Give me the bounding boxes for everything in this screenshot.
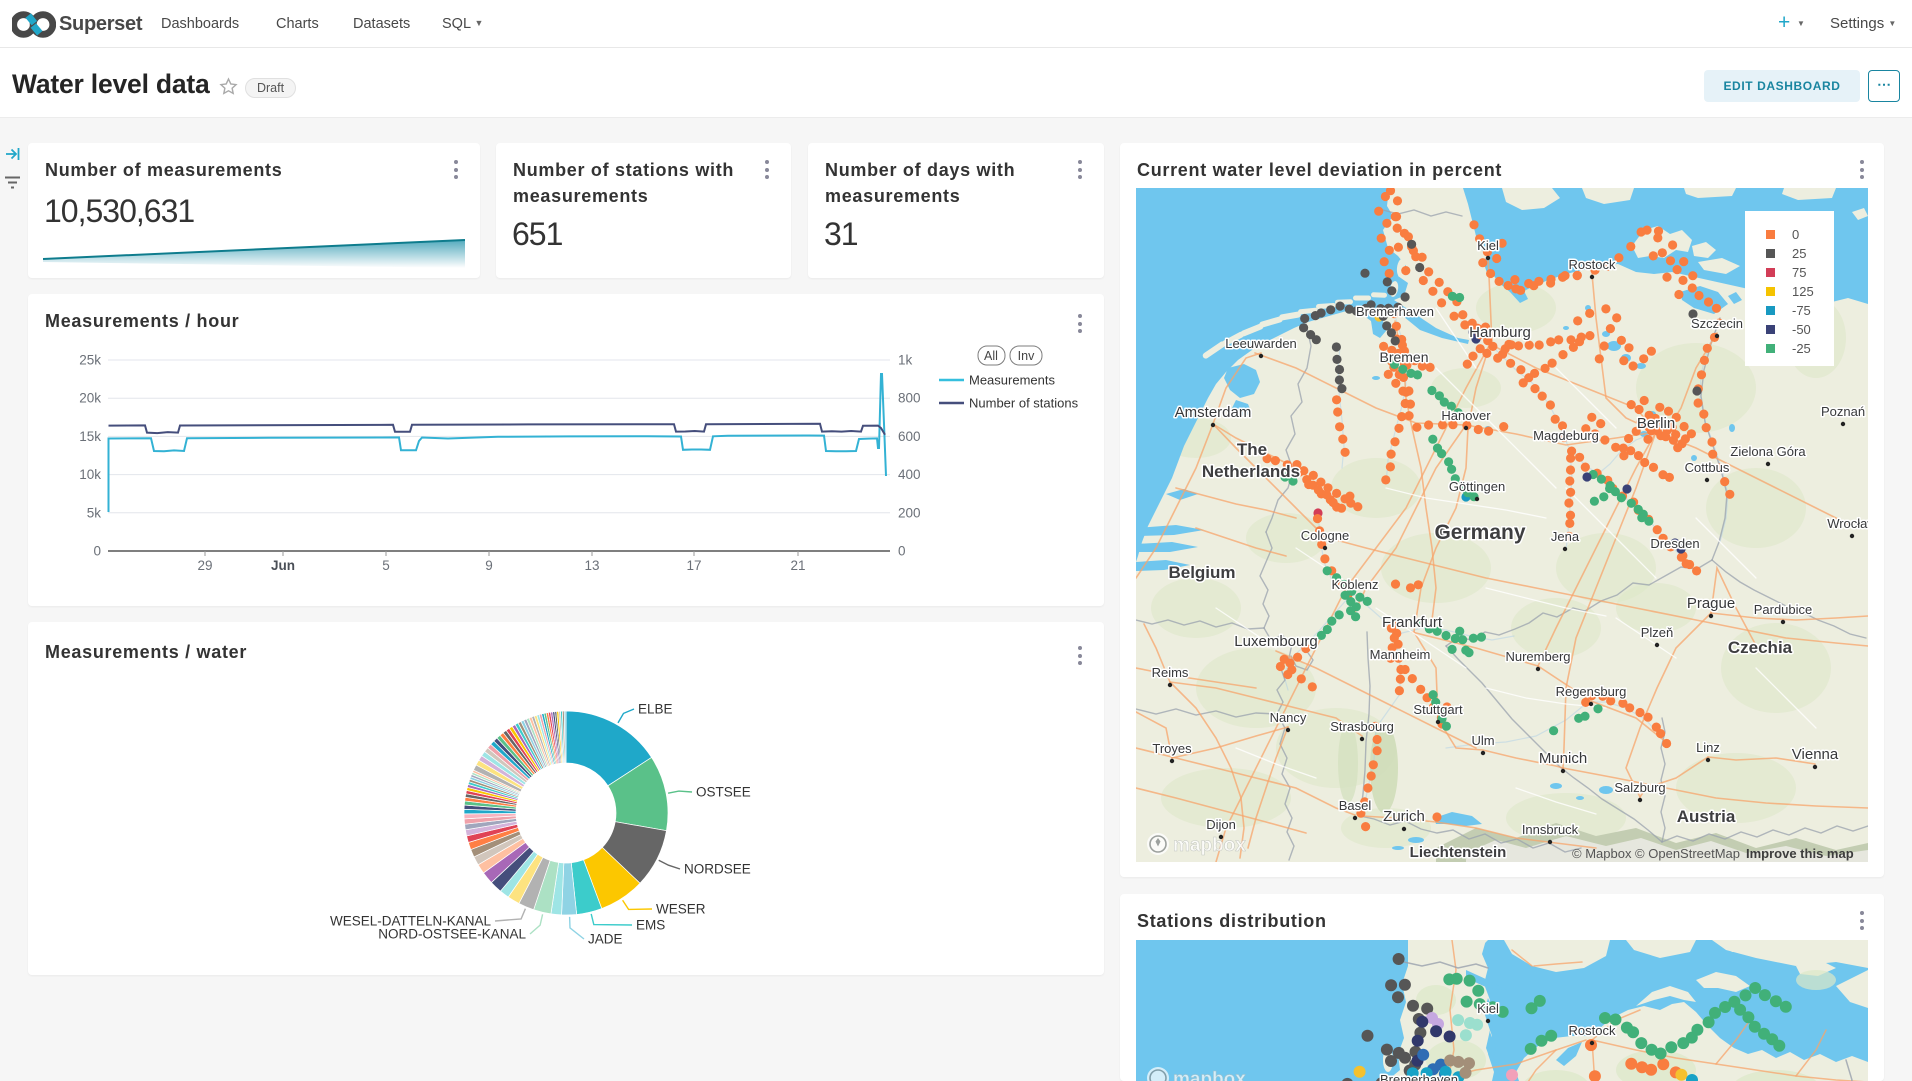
svg-text:Mannheim: Mannheim	[1370, 647, 1431, 662]
svg-text:0: 0	[898, 544, 906, 559]
svg-text:Koblenz: Koblenz	[1332, 577, 1379, 592]
svg-text:Nancy: Nancy	[1270, 710, 1307, 725]
svg-text:Magdeburg: Magdeburg	[1533, 428, 1599, 443]
svg-text:Dijon: Dijon	[1206, 817, 1236, 832]
svg-text:75: 75	[1792, 265, 1806, 280]
svg-text:Czechia: Czechia	[1728, 638, 1793, 657]
svg-text:Bremerhaven: Bremerhaven	[1380, 1072, 1458, 1081]
svg-text:9: 9	[485, 558, 493, 573]
svg-text:Hamburg: Hamburg	[1469, 324, 1531, 341]
svg-text:800: 800	[898, 391, 921, 406]
svg-text:Jena: Jena	[1551, 529, 1580, 544]
svg-text:Plzeň: Plzeň	[1641, 625, 1674, 640]
svg-text:mapbox: mapbox	[1173, 835, 1246, 856]
svg-text:10k: 10k	[79, 467, 101, 482]
svg-text:Stuttgart: Stuttgart	[1413, 702, 1463, 717]
svg-text:ELBE: ELBE	[638, 702, 673, 717]
svg-text:Wrocław: Wrocław	[1827, 516, 1868, 531]
svg-text:25k: 25k	[79, 353, 101, 368]
svg-text:Rostock: Rostock	[1569, 257, 1616, 272]
svg-text:WESEL-DATTELN-KANAL: WESEL-DATTELN-KANAL	[330, 914, 492, 929]
svg-text:Cologne: Cologne	[1301, 528, 1349, 543]
svg-text:Pardubice: Pardubice	[1754, 602, 1813, 617]
svg-text:Zurich: Zurich	[1383, 808, 1425, 825]
svg-text:Strasbourg: Strasbourg	[1330, 719, 1394, 734]
svg-text:400: 400	[898, 467, 921, 482]
svg-text:Hanover: Hanover	[1441, 408, 1491, 423]
svg-text:mapbox: mapbox	[1173, 1069, 1246, 1081]
svg-text:Germany: Germany	[1434, 521, 1525, 544]
svg-text:Reims: Reims	[1152, 665, 1189, 680]
svg-text:-50: -50	[1792, 322, 1811, 337]
svg-text:21: 21	[790, 558, 805, 573]
svg-text:25: 25	[1792, 246, 1806, 261]
svg-text:Measurements: Measurements	[969, 373, 1055, 388]
svg-text:13: 13	[584, 558, 599, 573]
svg-text:NORDSEE: NORDSEE	[684, 862, 751, 877]
svg-text:Netherlands: Netherlands	[1202, 462, 1300, 481]
svg-text:600: 600	[898, 429, 921, 444]
svg-text:Vienna: Vienna	[1792, 746, 1839, 763]
svg-text:Inv: Inv	[1018, 349, 1035, 363]
svg-text:Kiel: Kiel	[1477, 238, 1499, 253]
svg-text:5k: 5k	[87, 505, 102, 520]
svg-text:Frankfurt: Frankfurt	[1382, 614, 1443, 631]
svg-text:JADE: JADE	[588, 932, 623, 947]
svg-text:Austria: Austria	[1677, 807, 1736, 826]
svg-text:Munich: Munich	[1539, 750, 1587, 767]
svg-text:Nuremberg: Nuremberg	[1505, 649, 1570, 664]
svg-text:Innsbruck: Innsbruck	[1522, 822, 1579, 837]
svg-text:Bremerhaven: Bremerhaven	[1356, 304, 1434, 319]
svg-text:1k: 1k	[898, 353, 913, 368]
svg-text:5: 5	[382, 558, 390, 573]
svg-text:Belgium: Belgium	[1168, 563, 1235, 582]
svg-text:Göttingen: Göttingen	[1449, 479, 1505, 494]
svg-text:200: 200	[898, 505, 921, 520]
svg-text:125: 125	[1792, 284, 1814, 299]
svg-text:Prague: Prague	[1687, 595, 1735, 612]
svg-text:Berlin: Berlin	[1637, 415, 1675, 432]
svg-text:WESER: WESER	[656, 902, 706, 917]
svg-text:EMS: EMS	[636, 918, 665, 933]
svg-text:-25: -25	[1792, 341, 1811, 356]
svg-text:Troyes: Troyes	[1152, 741, 1192, 756]
svg-text:All: All	[984, 349, 998, 363]
svg-text:Szczecin: Szczecin	[1691, 316, 1743, 331]
svg-text:OSTSEE: OSTSEE	[696, 785, 751, 800]
svg-text:Improve this map: Improve this map	[1746, 846, 1854, 861]
svg-text:Basel: Basel	[1339, 798, 1372, 813]
svg-text:29: 29	[197, 558, 212, 573]
svg-text:0: 0	[93, 544, 101, 559]
svg-text:20k: 20k	[79, 391, 101, 406]
svg-text:NORD-OSTSEE-KANAL: NORD-OSTSEE-KANAL	[378, 927, 526, 942]
svg-text:The: The	[1237, 440, 1267, 459]
svg-text:Kiel: Kiel	[1477, 1001, 1499, 1016]
svg-text:Luxembourg: Luxembourg	[1234, 633, 1317, 650]
svg-text:Amsterdam: Amsterdam	[1175, 404, 1252, 421]
svg-text:Dresden: Dresden	[1650, 536, 1699, 551]
svg-text:Jun: Jun	[271, 558, 295, 573]
svg-text:Rostock: Rostock	[1569, 1023, 1616, 1038]
svg-text:Poznań: Poznań	[1821, 404, 1865, 419]
svg-text:Zielona Góra: Zielona Góra	[1730, 444, 1806, 459]
svg-text:Ulm: Ulm	[1471, 733, 1494, 748]
svg-text:Liechtenstein: Liechtenstein	[1410, 844, 1507, 861]
svg-text:© Mapbox © OpenStreetMap: © Mapbox © OpenStreetMap	[1572, 846, 1740, 861]
svg-text:15k: 15k	[79, 429, 101, 444]
svg-text:-75: -75	[1792, 303, 1811, 318]
svg-text:17: 17	[686, 558, 701, 573]
svg-text:Leeuwarden: Leeuwarden	[1225, 336, 1297, 351]
svg-text:Linz: Linz	[1696, 740, 1720, 755]
svg-text:Salzburg: Salzburg	[1614, 780, 1665, 795]
svg-text:Number of stations: Number of stations	[969, 396, 1079, 411]
svg-text:Regensburg: Regensburg	[1556, 684, 1627, 699]
svg-text:Bremen: Bremen	[1379, 349, 1428, 365]
svg-text:0: 0	[1792, 227, 1799, 242]
svg-text:Cottbus: Cottbus	[1685, 460, 1730, 475]
